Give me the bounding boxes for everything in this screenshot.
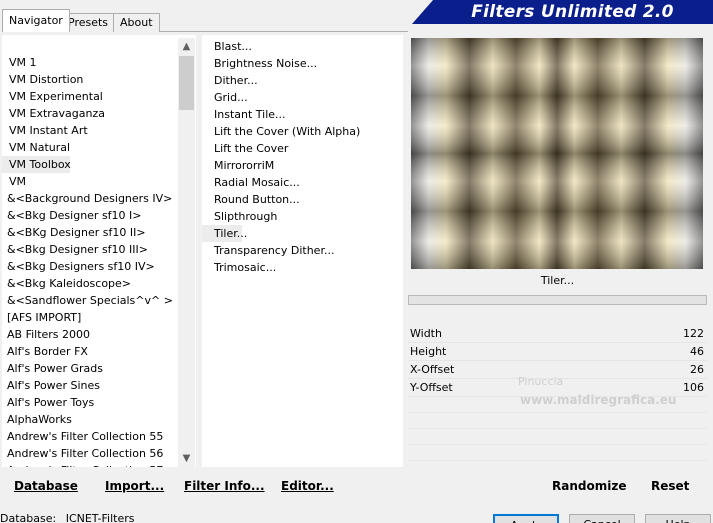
param-label: Y-Offset — [410, 381, 453, 394]
param-label: X-Offset — [410, 363, 455, 376]
filter-item[interactable]: Slipthrough — [202, 208, 402, 225]
watermark-url: www.maldiregrafica.eu — [520, 393, 677, 407]
category-item[interactable]: &<Bkg Kaleidoscope> — [2, 275, 178, 292]
category-scrollbar[interactable]: ▲ ▼ — [178, 38, 195, 467]
filter-item[interactable]: Brightness Noise... — [202, 55, 402, 72]
empty-param-row — [408, 445, 707, 461]
category-item[interactable]: &<Background Designers IV> — [2, 190, 178, 207]
filter-item[interactable]: Lift the Cover (With Alpha) — [202, 123, 402, 140]
category-item[interactable]: AB Filters 2000 — [2, 326, 178, 343]
category-item[interactable]: &<Bkg Designer sf10 III> — [2, 241, 178, 258]
category-item[interactable]: VM 1 — [2, 54, 178, 71]
editor-button[interactable]: Editor... — [281, 479, 334, 493]
status-bar: Database: ICNET-Filters — [0, 512, 134, 523]
filter-item[interactable]: Transparency Dither... — [202, 242, 402, 259]
category-item[interactable]: VM Toolbox — [2, 156, 71, 173]
param-row-width[interactable]: Width 122 — [408, 325, 707, 343]
apply-button[interactable]: Apply — [493, 514, 559, 523]
filter-item[interactable]: Blast... — [202, 38, 402, 55]
scroll-down-icon[interactable]: ▼ — [178, 450, 195, 467]
filter-item[interactable]: MirrororriM — [202, 157, 402, 174]
randomize-button[interactable]: Randomize — [552, 479, 626, 493]
app-title-banner: Filters Unlimited 2.0 — [412, 0, 713, 24]
category-item[interactable]: &<BKg Designer sf10 II> — [2, 224, 178, 241]
category-item[interactable]: Alf's Power Grads — [2, 360, 178, 377]
filter-item[interactable]: Tiler... — [202, 225, 247, 242]
category-item[interactable]: Alf's Power Toys — [2, 394, 178, 411]
category-item[interactable]: VM Extravaganza — [2, 105, 178, 122]
category-item[interactable]: Alf's Power Sines — [2, 377, 178, 394]
param-label: Width — [410, 327, 442, 340]
category-item[interactable]: [AFS IMPORT] — [2, 309, 178, 326]
filter-item[interactable]: Round Button... — [202, 191, 402, 208]
tab-navigator[interactable]: Navigator — [2, 9, 70, 32]
param-value[interactable]: 122 — [683, 325, 704, 343]
category-item[interactable]: VM Distortion — [2, 71, 178, 88]
preview-filter-label: Tiler... — [540, 274, 575, 287]
filter-item[interactable]: Radial Mosaic... — [202, 174, 402, 191]
category-item[interactable]: AlphaWorks — [2, 411, 178, 428]
reset-button[interactable]: Reset — [651, 479, 689, 493]
import-button[interactable]: Import... — [105, 479, 164, 493]
category-item[interactable]: VM Natural — [2, 139, 178, 156]
category-item[interactable]: Alf's Border FX — [2, 343, 178, 360]
preview-image — [411, 38, 703, 269]
preview-progress-bar — [408, 295, 707, 305]
database-value: ICNET-Filters — [65, 512, 135, 523]
watermark-name: Pinuccia — [518, 375, 564, 388]
filter-info-button[interactable]: Filter Info... — [184, 479, 265, 493]
tab-about[interactable]: About — [113, 13, 160, 32]
cancel-button[interactable]: Cancel — [569, 514, 635, 523]
category-item[interactable]: &<Sandflower Specials^v^ > — [2, 292, 178, 309]
scroll-thumb[interactable] — [179, 56, 194, 110]
category-item[interactable]: Andrew's Filter Collection 56 — [2, 445, 178, 462]
filter-item[interactable]: Instant Tile... — [202, 106, 402, 123]
database-label: Database: — [0, 512, 57, 523]
help-button[interactable]: Help — [645, 514, 711, 523]
category-item[interactable]: VM Experimental — [2, 88, 178, 105]
param-label: Height — [410, 345, 447, 358]
watermark: Pinuccia www.maldiregrafica.eu — [470, 345, 710, 415]
category-item[interactable]: VM — [2, 173, 178, 190]
filter-item[interactable]: Grid... — [202, 89, 402, 106]
category-item[interactable]: Andrew's Filter Collection 57 — [2, 462, 178, 467]
filter-item[interactable]: Lift the Cover — [202, 140, 402, 157]
category-item[interactable]: &<Bkg Designers sf10 IV> — [2, 258, 178, 275]
filter-item[interactable]: Trimosaic... — [202, 259, 402, 276]
category-item[interactable]: &<Bkg Designer sf10 I> — [2, 207, 178, 224]
database-button[interactable]: Database — [14, 479, 78, 493]
empty-param-row — [408, 429, 707, 445]
scroll-up-icon[interactable]: ▲ — [178, 38, 195, 55]
filter-item[interactable]: Dither... — [202, 72, 402, 89]
category-item[interactable]: VM Instant Art — [2, 122, 178, 139]
category-item[interactable]: Andrew's Filter Collection 55 — [2, 428, 178, 445]
filter-list[interactable]: Blast... Brightness Noise... Dither... Grid… — [202, 35, 403, 467]
empty-param-row — [408, 413, 707, 429]
category-list[interactable]: VM 1 VM Distortion VM Experimental VM Extra… — [2, 35, 196, 467]
